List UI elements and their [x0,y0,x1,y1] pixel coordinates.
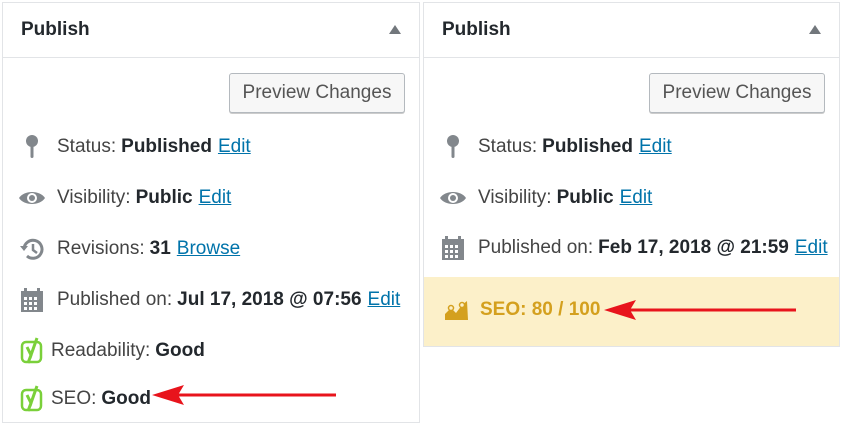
collapse-arrow-icon[interactable] [389,25,401,34]
preview-changes-button[interactable]: Preview Changes [649,73,825,113]
calendar-icon [17,285,47,315]
visibility-label: Visibility: [57,187,131,208]
seo-chart-icon [444,299,470,326]
seo-label: SEO: [51,388,97,409]
visibility-edit-link[interactable]: Edit [620,187,653,209]
seo-value: Good [101,388,152,409]
status-row: Status: Published Edit [17,132,409,162]
calendar-icon [438,233,468,263]
seo-score-text: SEO: 80 / 100 [480,299,601,320]
panel-header: Publish [3,3,419,58]
panel-title: Publish [442,19,511,40]
pin-icon [17,132,47,162]
readability-value: Good [155,340,205,361]
status-row: Status: Published Edit [438,132,829,162]
status-value: Published [121,136,212,157]
visibility-row: Visibility: Public Edit [17,183,409,213]
visibility-value: Public [135,187,193,208]
revisions-label: Revisions: [57,238,145,259]
publish-box-right: Publish Preview Changes Status: Publishe… [423,2,840,347]
panel-title: Publish [21,19,90,40]
published-on-row: Published on: Jul 17, 2018 @ 07:56 Edit [17,285,409,315]
status-label: Status: [57,136,117,157]
eye-icon [17,183,47,213]
visibility-edit-link[interactable]: Edit [199,187,232,209]
eye-icon [438,183,468,213]
collapse-arrow-icon[interactable] [809,25,821,34]
yoast-icon [17,384,47,414]
visibility-row: Visibility: Public Edit [438,183,829,213]
status-edit-link[interactable]: Edit [218,136,251,158]
publish-box-left: Publish Preview Changes Status: Publishe… [2,2,420,423]
published-on-edit-link[interactable]: Edit [795,237,828,259]
annotation-arrow-right [604,300,796,320]
readability-label: Readability: [51,340,151,361]
preview-changes-button[interactable]: Preview Changes [229,73,405,113]
revisions-browse-link[interactable]: Browse [177,238,240,260]
published-on-value: Jul 17, 2018 @ 07:56 [177,289,362,310]
visibility-value: Public [556,187,614,208]
annotation-arrow-left [152,385,336,405]
pin-icon [438,132,468,162]
history-icon [17,234,47,264]
published-on-label: Published on: [478,237,594,258]
published-on-label: Published on: [57,289,173,310]
status-label: Status: [478,136,538,157]
status-edit-link[interactable]: Edit [639,136,672,158]
status-value: Published [542,136,633,157]
published-on-edit-link[interactable]: Edit [368,289,401,311]
readability-row: Readability: Good [17,336,409,366]
panel-header: Publish [424,3,839,58]
revisions-value: 31 [149,238,171,259]
published-on-row: Published on: Feb 17, 2018 @ 21:59 Edit [438,233,829,263]
published-on-value: Feb 17, 2018 @ 21:59 [598,237,789,258]
revisions-row: Revisions: 31 Browse [17,234,409,264]
yoast-icon [17,336,47,366]
visibility-label: Visibility: [478,187,552,208]
